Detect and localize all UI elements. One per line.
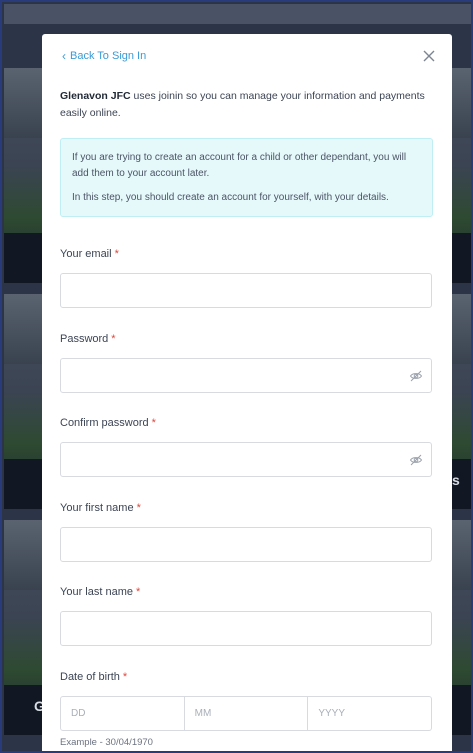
background-card-letter: s: [452, 472, 460, 488]
notice-line-1: If you are trying to create an account f…: [72, 152, 407, 179]
required-marker: *: [114, 248, 119, 260]
eye-off-icon[interactable]: [409, 369, 423, 383]
close-icon: [423, 50, 435, 62]
email-field[interactable]: [60, 273, 432, 308]
close-button[interactable]: [422, 49, 436, 63]
dob-example-hint: Example - 30/04/1970: [60, 737, 153, 748]
dob-month-input[interactable]: MM: [184, 696, 309, 731]
chevron-left-icon: ‹: [62, 49, 66, 63]
app-frame: G s ‹ Back To Sign In Glenavon JFC uses …: [0, 0, 473, 753]
confirm-password-label: Confirm password *: [60, 417, 156, 429]
required-marker: *: [122, 671, 128, 683]
required-marker: *: [136, 502, 141, 514]
password-field[interactable]: [60, 358, 432, 393]
dob-year-input[interactable]: YYYY: [308, 696, 433, 731]
required-marker: *: [111, 333, 116, 345]
back-to-sign-in-link[interactable]: ‹ Back To Sign In: [62, 50, 146, 62]
intro-text: Glenavon JFC uses joinin so you can mana…: [60, 88, 432, 122]
password-label: Password *: [60, 333, 116, 345]
required-marker: *: [135, 586, 141, 598]
dob-inputs: DD MM YYYY: [60, 696, 433, 731]
confirm-password-field[interactable]: [60, 442, 432, 477]
first-name-label: Your first name *: [60, 502, 141, 514]
last-name-label: Your last name *: [60, 586, 141, 598]
background-header-strip: [4, 4, 471, 24]
required-marker: *: [151, 417, 156, 429]
create-account-modal: ‹ Back To Sign In Glenavon JFC uses join…: [42, 34, 452, 751]
email-label: Your email *: [60, 248, 119, 260]
dob-day-input[interactable]: DD: [60, 696, 185, 731]
first-name-field[interactable]: [60, 527, 432, 562]
organisation-name: Glenavon JFC: [60, 90, 131, 102]
last-name-field[interactable]: [60, 611, 432, 646]
info-notice: If you are trying to create an account f…: [60, 138, 433, 217]
back-link-label: Back To Sign In: [70, 50, 147, 62]
notice-line-2: In this step, you should create an accou…: [72, 192, 389, 203]
eye-off-icon[interactable]: [409, 453, 423, 467]
dob-label: Date of birth *: [60, 671, 128, 683]
